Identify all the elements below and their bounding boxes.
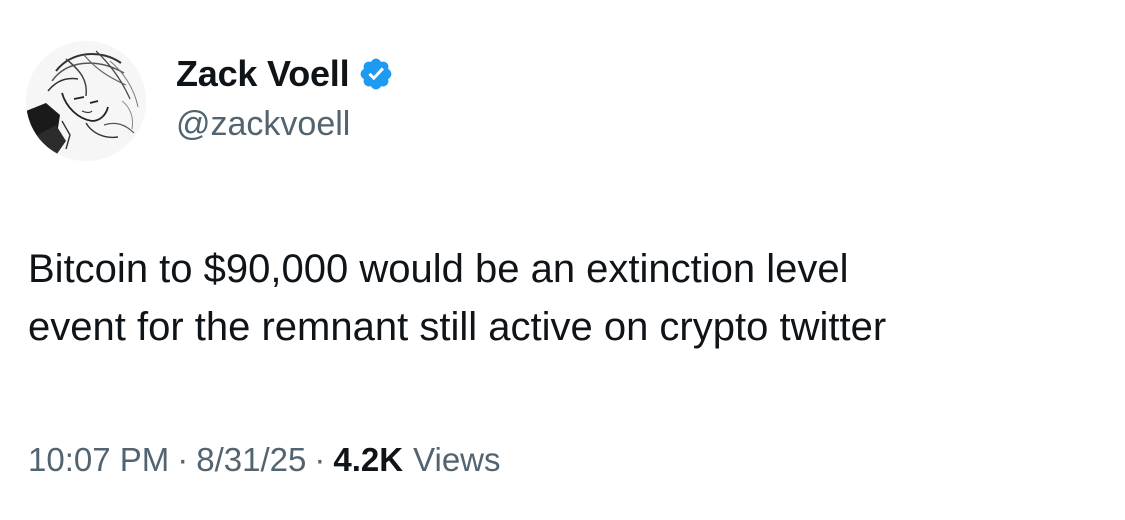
views-label: Views: [413, 441, 501, 478]
tweet-time[interactable]: 10:07 PM: [28, 441, 169, 479]
meta-separator: ·: [177, 441, 189, 478]
verified-badge-icon[interactable]: [358, 56, 394, 92]
tweet-date[interactable]: 8/31/25: [196, 441, 306, 479]
tweet-meta: 10:07 PM · 8/31/25 · 4.2K Views: [28, 441, 501, 479]
sketch-portrait-icon: [26, 41, 146, 161]
meta-separator: ·: [314, 441, 326, 478]
tweet-text-line: Bitcoin to $90,000 would be an extinctio…: [28, 247, 849, 291]
author-handle[interactable]: @zackvoell: [176, 105, 350, 144]
author-name-row[interactable]: Zack Voell: [176, 52, 394, 96]
tweet-text: Bitcoin to $90,000 would be an extinctio…: [28, 240, 1108, 356]
tweet-text-line: event for the remnant still active on cr…: [28, 305, 887, 349]
views-count[interactable]: 4.2K: [333, 441, 403, 479]
avatar[interactable]: [26, 41, 146, 161]
author-display-name[interactable]: Zack Voell: [176, 53, 350, 95]
tweet-card: Zack Voell @zackvoell Bitcoin to $90,000…: [0, 0, 1125, 520]
